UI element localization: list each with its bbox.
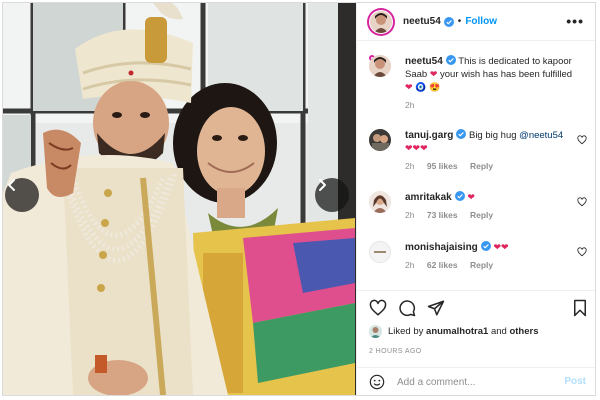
red-heart-emoji: ❤ [405,82,413,92]
nazar-amulet-emoji: 🧿 [415,82,427,92]
comment-username[interactable]: tanuj.garg [405,130,453,141]
verified-badge-icon [445,55,456,65]
heart-icon[interactable] [369,299,387,317]
comment-meta: 2h 95 likes Reply [405,160,575,173]
comment-meta: 2h 62 likes Reply [405,259,575,272]
comment-row: monishajaising ❤❤ 2h 62 likes Reply [369,241,591,281]
post-photo[interactable] [3,3,356,395]
comment-meta: 2h 73 likes Reply [405,209,575,222]
liked-by-prefix: Liked by [388,326,424,337]
carousel-prev-button[interactable] [5,178,39,212]
commenter-avatar[interactable] [369,241,391,263]
comment-likes[interactable]: 62 likes [427,260,458,270]
wedding-photo-illustration [3,3,356,395]
like-comment-heart-icon[interactable] [577,197,587,207]
post-sidebar: neetu54 • Follow ••• neetu54 This is ded… [356,3,595,395]
smiley-icon[interactable] [369,374,385,390]
comment-body: monishajaising ❤❤ 2h 62 likes Reply [405,241,575,272]
caption-avatar[interactable] [369,55,391,77]
paper-plane-icon[interactable] [427,299,445,317]
heart-eyes-emoji: 😍 [429,82,441,92]
carousel-next-button[interactable] [315,178,349,212]
red-heart-emoji: ❤ [429,69,438,79]
caption-body: neetu54 This is dedicated to kapoor Saab… [405,55,575,112]
comment-age: 2h [405,161,415,171]
commenter-avatar[interactable] [369,129,391,151]
comments-list[interactable]: neetu54 This is dedicated to kapoor Saab… [357,41,595,289]
author-username[interactable]: neetu54 [403,16,441,27]
verified-badge-icon [456,129,467,139]
more-options-button[interactable]: ••• [566,13,584,29]
comment-body: amritakak ❤ 2h 73 likes Reply [405,191,575,222]
reply-button[interactable]: Reply [470,161,493,171]
like-comment-heart-icon[interactable] [577,247,587,257]
liked-by-user[interactable]: anumalhotra1 [426,326,488,337]
post-comment-button[interactable]: Post [564,376,586,387]
follow-button[interactable]: Follow [465,16,497,27]
comment-age: 2h [405,210,415,220]
liker-avatar[interactable] [369,325,382,338]
caption-avatar-ring[interactable] [369,55,391,77]
comment-body: tanuj.garg Big big hug @neetu54 ❤❤❤ 2h 9… [405,129,575,173]
comment-row: amritakak ❤ 2h 73 likes Reply [369,191,591,231]
commenter-avatar[interactable] [369,191,391,213]
comment-likes[interactable]: 95 likes [427,161,458,171]
author-avatar[interactable] [370,10,392,33]
red-heart-emoji: ❤❤ [493,242,509,252]
caption: neetu54 This is dedicated to kapoor Saab… [369,55,591,115]
bookmark-icon[interactable] [571,299,589,317]
add-comment-bar: Post [357,367,595,395]
comment-text: Big big hug [468,130,517,141]
verified-badge-icon [454,191,465,201]
verified-badge-icon [443,16,454,27]
chevron-right-icon [319,179,326,191]
liked-by: Liked by anumalhotra1 and others [369,325,539,338]
comment-input[interactable] [397,373,547,391]
header-separator: • [457,16,462,27]
post-header: neetu54 • Follow ••• [357,3,595,41]
comment-mention-link[interactable]: @neetu54 [519,130,563,141]
comment-age: 2h [405,260,415,270]
comment-username[interactable]: monishajaising [405,242,478,253]
action-bar [357,290,595,324]
author-avatar-ring[interactable] [367,7,395,36]
liked-by-connector: and [490,326,507,337]
liked-by-others[interactable]: others [509,326,538,337]
reply-button[interactable]: Reply [470,260,493,270]
chevron-left-icon [8,179,15,191]
comment-icon[interactable] [398,299,416,317]
red-heart-emoji: ❤❤❤ [405,143,428,153]
caption-meta: 2h [405,99,575,112]
instagram-post: neetu54 • Follow ••• neetu54 This is ded… [2,2,596,396]
verified-badge-icon [480,241,491,251]
reply-button[interactable]: Reply [470,210,493,220]
caption-text-2: your wish has has been fulfilled [440,69,573,80]
post-timestamp[interactable]: 2 HOURS AGO [369,348,422,355]
like-comment-heart-icon[interactable] [577,135,587,145]
comment-row: tanuj.garg Big big hug @neetu54 ❤❤❤ 2h 9… [369,129,591,179]
red-heart-emoji: ❤ [467,192,475,202]
caption-age: 2h [405,100,415,110]
comment-username[interactable]: amritakak [405,192,452,203]
comment-likes[interactable]: 73 likes [427,210,458,220]
caption-username[interactable]: neetu54 [405,56,443,67]
